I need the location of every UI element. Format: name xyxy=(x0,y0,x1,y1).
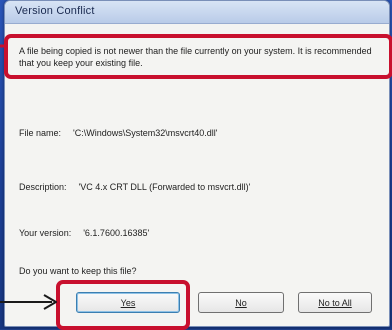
version-label: Your version: xyxy=(19,228,72,238)
dialog-title: Version Conflict xyxy=(15,5,95,17)
keep-file-question: Do you want to keep this file? xyxy=(19,266,137,276)
no-button[interactable]: No xyxy=(198,292,284,313)
version-row: Your version: '6.1.7600.16385' xyxy=(19,227,149,239)
description-row: Description: 'VC 4.x CRT DLL (Forwarded t… xyxy=(19,181,250,193)
no-to-all-button[interactable]: No to All xyxy=(298,292,372,313)
yes-button[interactable]: Yes xyxy=(76,292,180,313)
dialog-titlebar[interactable]: Version Conflict xyxy=(5,1,389,24)
conflict-message: A file being copied is not newer than th… xyxy=(19,46,372,68)
file-name-row: File name: 'C:\Windows\System32\msvcrt40.… xyxy=(19,127,218,139)
version-value: '6.1.7600.16385' xyxy=(83,228,150,238)
description-label: Description: xyxy=(19,182,67,192)
version-conflict-dialog: Version Conflict A file being copied is … xyxy=(4,0,390,327)
file-name-label: File name: xyxy=(19,128,62,138)
description-value: 'VC 4.x CRT DLL (Forwarded to msvcrt.dll… xyxy=(78,182,251,192)
file-name-value: 'C:\Windows\System32\msvcrt40.dll' xyxy=(73,128,218,138)
